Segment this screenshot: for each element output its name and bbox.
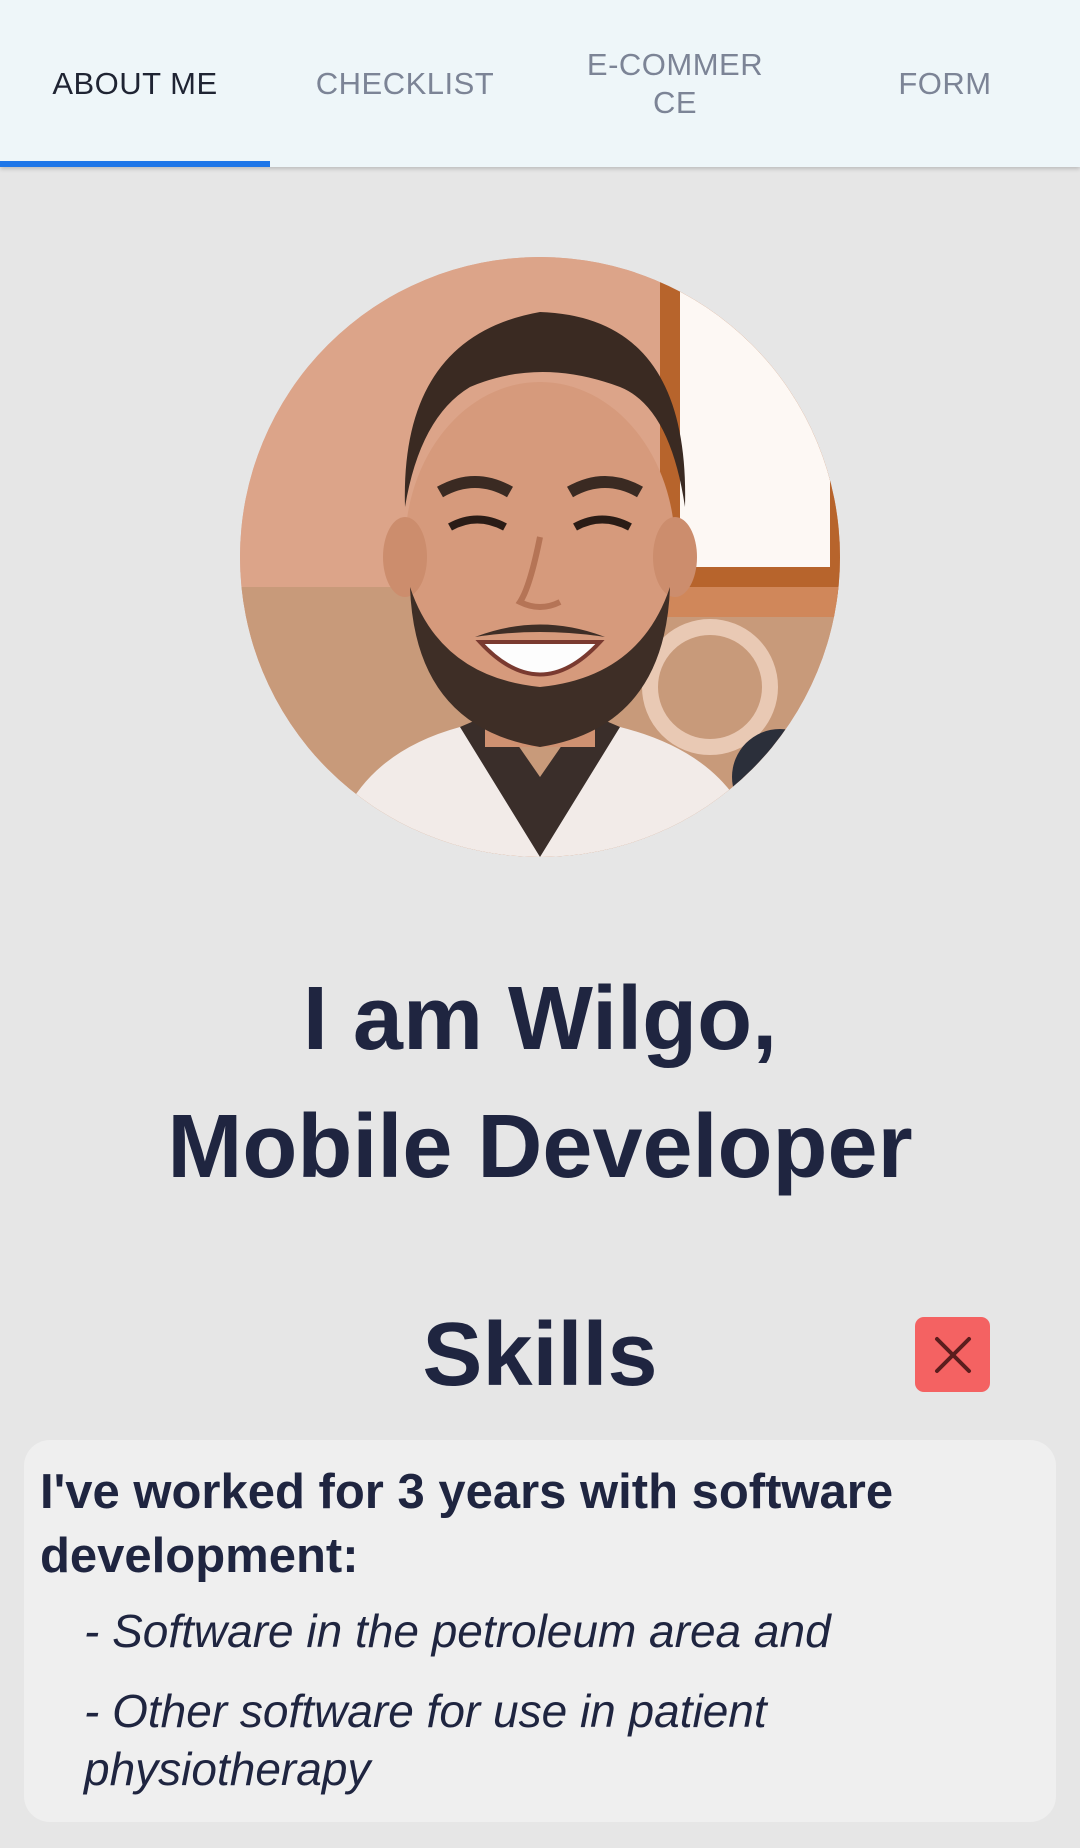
avatar [240, 257, 840, 857]
tab-label: E-COMMERCE [586, 46, 764, 120]
headline-greeting: I am Wilgo, [302, 969, 778, 1069]
tab-e-commerce[interactable]: E-COMMERCE [540, 0, 810, 167]
tab-form[interactable]: FORM [810, 0, 1080, 167]
close-button[interactable] [915, 1317, 990, 1392]
skills-intro: I've worked for 3 years with software de… [40, 1465, 894, 1583]
close-icon [934, 1336, 971, 1373]
list-item: - Other software for use in patient phys… [84, 1685, 767, 1795]
tab-label: ABOUT ME [52, 65, 218, 101]
tab-label: FORM [898, 65, 992, 101]
active-tab-indicator [0, 161, 270, 167]
skills-list: - Software in the petroleum area and - O… [40, 1602, 1040, 1798]
headline: I am Wilgo, Mobile Developer [0, 955, 1080, 1211]
skills-card: I've worked for 3 years with software de… [24, 1440, 1056, 1822]
tab-checklist[interactable]: CHECKLIST [270, 0, 540, 167]
profile-photo-icon [240, 257, 840, 857]
headline-role: Mobile Developer [167, 1097, 913, 1197]
tab-label: CHECKLIST [315, 65, 495, 101]
tab-bar: ABOUT ME CHECKLIST E-COMMERCE FORM [0, 0, 1080, 167]
list-item: - Software in the petroleum area and [84, 1605, 831, 1657]
tab-about-me[interactable]: ABOUT ME [0, 0, 270, 167]
